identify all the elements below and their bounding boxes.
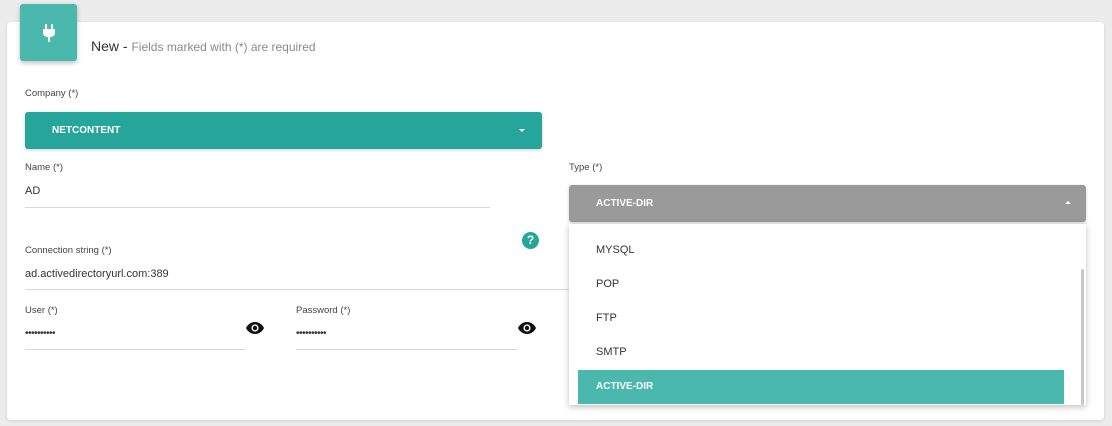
connection-label: Connection string (*) (25, 245, 112, 256)
name-underline (25, 207, 490, 208)
eye-icon[interactable] (518, 321, 536, 334)
dropdown-option-ftp[interactable]: FTP (578, 301, 1064, 335)
name-field[interactable]: AD (25, 185, 40, 197)
title-separator: - (119, 38, 132, 54)
user-field[interactable]: •••••••••• (25, 328, 56, 339)
password-field[interactable]: •••••••••• (296, 328, 327, 339)
company-select[interactable]: NETCONTENT (25, 112, 542, 149)
eye-icon[interactable] (246, 321, 264, 334)
dropdown-option-active-dir[interactable]: ACTIVE-DIR (578, 370, 1064, 404)
option-label: SMTP (596, 346, 627, 358)
caret-up-icon (1065, 201, 1071, 204)
title-text: New (91, 38, 120, 54)
option-label: ACTIVE-DIR (596, 381, 654, 392)
user-underline (25, 349, 245, 350)
dropdown-option-pop[interactable]: POP (578, 267, 1064, 301)
company-label: Company (*) (25, 88, 79, 99)
help-icon[interactable]: ? (522, 232, 539, 249)
required-hint: Fields marked with (*) are required (131, 40, 316, 54)
password-label: Password (*) (296, 305, 351, 316)
password-underline (296, 349, 517, 350)
company-value: NETCONTENT (52, 125, 121, 136)
type-dropdown-menu: MYSQL POP FTP SMTP ACTIVE-DIR (569, 224, 1086, 405)
type-select[interactable]: ACTIVE-DIR (569, 185, 1086, 222)
plug-icon (20, 4, 77, 61)
dropdown-scrollbar[interactable] (1081, 269, 1084, 405)
page-title: New - Fields marked with (*) are require… (91, 38, 316, 54)
option-label: MYSQL (596, 244, 635, 256)
type-value: ACTIVE-DIR (596, 198, 654, 209)
user-label: User (*) (25, 305, 58, 316)
dropdown-option-mysql[interactable]: MYSQL (578, 233, 1064, 267)
caret-down-icon (519, 129, 525, 132)
connection-field[interactable]: ad.activedirectoryurl.com:389 (25, 268, 169, 280)
option-label: FTP (596, 312, 617, 324)
option-label: POP (596, 278, 620, 290)
type-label: Type (*) (569, 162, 603, 173)
connection-underline (25, 289, 573, 290)
name-label: Name (*) (25, 162, 64, 173)
dropdown-option-smtp[interactable]: SMTP (578, 335, 1064, 369)
